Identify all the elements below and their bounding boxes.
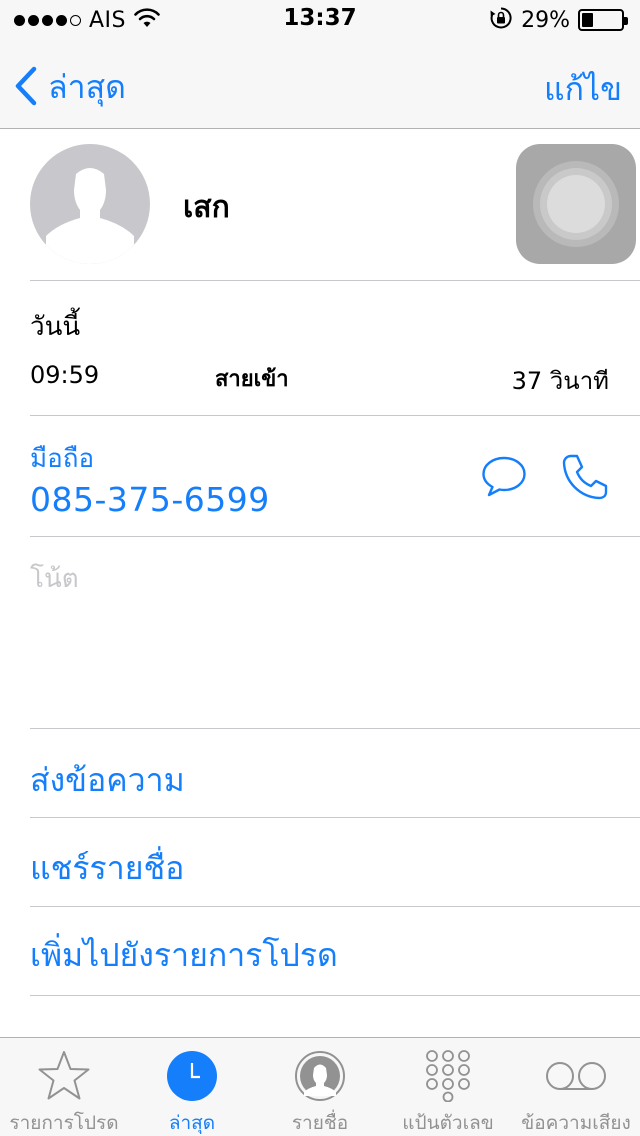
tab-contacts[interactable]: รายชื่อ xyxy=(256,1038,384,1136)
send-message-button[interactable]: ส่งข้อความ xyxy=(30,755,185,806)
tab-bar: รายการโปรด ล่าสุด รายชื่อ แป้นตัวเลข ข้อ… xyxy=(0,1037,640,1136)
tab-voicemail[interactable]: ข้อความเสียง xyxy=(512,1038,640,1136)
person-silhouette-icon xyxy=(46,168,134,264)
message-button[interactable] xyxy=(480,452,528,500)
status-bar: AIS 13:37 29% xyxy=(0,0,640,40)
assistive-touch-button[interactable] xyxy=(516,144,636,264)
divider xyxy=(30,415,640,416)
contact-header: เสก xyxy=(0,129,640,281)
divider xyxy=(30,995,640,996)
keypad-icon xyxy=(426,1050,470,1102)
tab-recents[interactable]: ล่าสุด xyxy=(128,1038,256,1136)
tab-label: รายการโปรด xyxy=(9,1112,119,1134)
wifi-icon xyxy=(134,8,160,32)
status-left: AIS xyxy=(14,6,160,34)
rotation-lock-icon xyxy=(489,6,513,34)
navigation-bar: ล่าสุด แก้ไข xyxy=(0,40,640,129)
contact-name: เสก xyxy=(183,190,230,225)
call-day-heading: วันนี้ xyxy=(30,312,81,342)
add-to-favorites-button[interactable]: เพิ่มไปยังรายการโปรด xyxy=(30,930,338,981)
star-icon xyxy=(38,1051,90,1100)
back-button-label: ล่าสุด xyxy=(48,68,126,106)
tab-keypad[interactable]: แป้นตัวเลข xyxy=(384,1038,512,1136)
divider xyxy=(30,906,640,907)
voicemail-icon xyxy=(546,1062,606,1090)
signal-strength-icon xyxy=(14,14,81,26)
tab-label: ข้อความเสียง xyxy=(521,1112,631,1134)
message-bubble-icon xyxy=(482,456,526,497)
status-right: 29% xyxy=(489,6,628,34)
phone-handset-icon xyxy=(562,454,608,500)
battery-level-fill xyxy=(582,13,594,27)
avatar xyxy=(30,144,150,264)
phone-number[interactable]: 085-375-6599 xyxy=(30,480,270,519)
notes-field[interactable]: โน้ต xyxy=(30,558,79,599)
divider xyxy=(30,817,640,818)
phone-type-label: มือถือ xyxy=(30,444,95,474)
tab-label: ล่าสุด xyxy=(168,1112,216,1134)
divider xyxy=(30,536,640,537)
call-button[interactable] xyxy=(560,452,610,502)
call-time: 09:59 xyxy=(30,361,100,389)
battery-icon xyxy=(578,9,628,31)
assistive-touch-icon xyxy=(547,175,605,233)
call-type: สายเข้า xyxy=(215,367,289,392)
contacts-icon xyxy=(295,1051,345,1101)
back-button[interactable]: ล่าสุด xyxy=(14,62,126,113)
tab-label: รายชื่อ xyxy=(291,1112,349,1134)
divider xyxy=(30,728,640,729)
tab-favorites[interactable]: รายการโปรด xyxy=(0,1038,128,1136)
share-contact-button[interactable]: แชร์รายชื่อ xyxy=(30,843,184,894)
clock-icon xyxy=(167,1051,217,1101)
call-duration: 37 วินาที xyxy=(511,367,609,395)
edit-button[interactable]: แก้ไข xyxy=(544,64,622,115)
carrier-name: AIS xyxy=(89,7,127,33)
battery-percentage: 29% xyxy=(521,7,570,33)
tab-label: แป้นตัวเลข xyxy=(402,1112,494,1134)
chevron-left-icon xyxy=(14,66,38,110)
divider xyxy=(30,280,640,281)
